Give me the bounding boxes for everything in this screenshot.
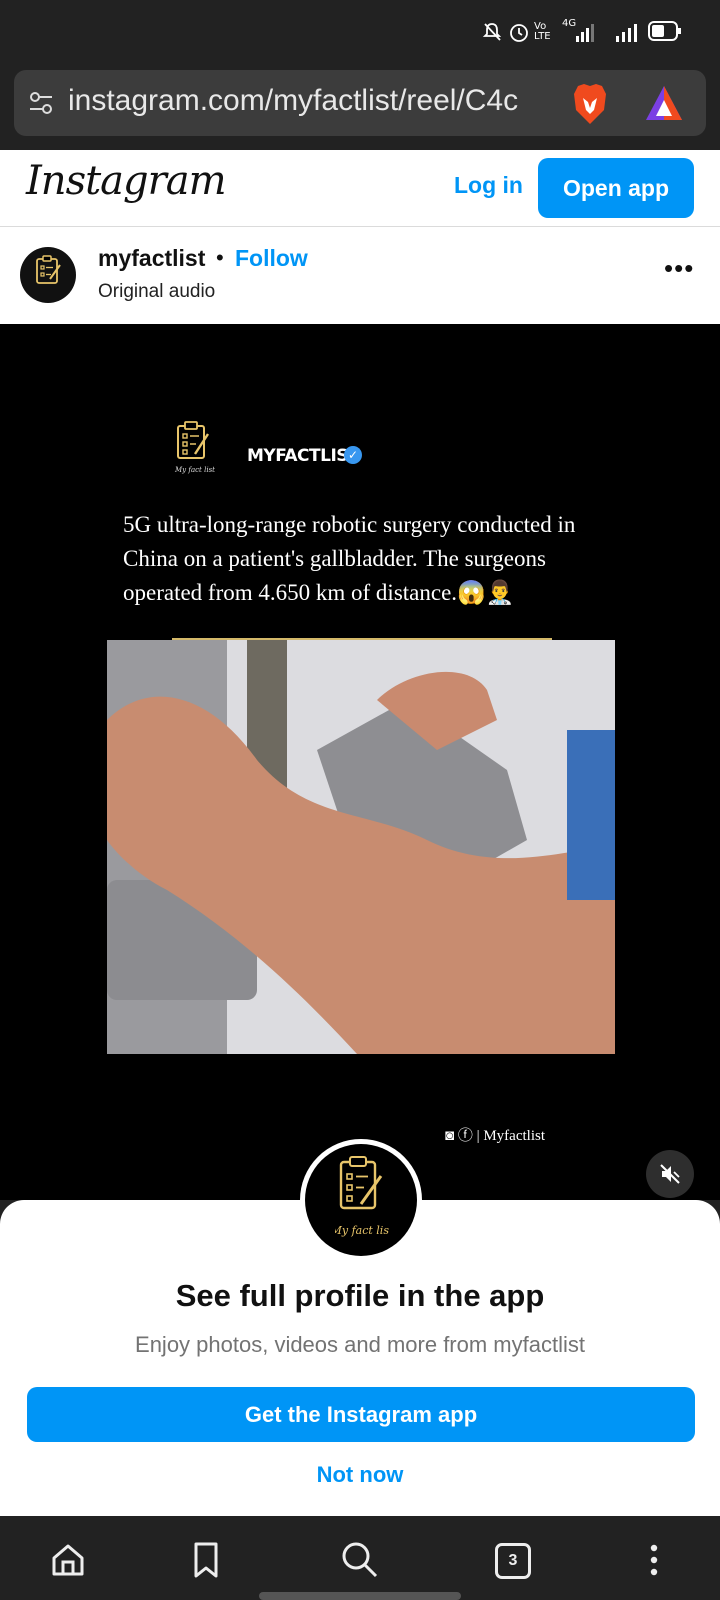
mute-icon	[482, 23, 502, 41]
brand-script: My fact list	[174, 466, 215, 474]
gesture-bar	[259, 1592, 461, 1600]
audio-label[interactable]: Original audio	[98, 281, 215, 303]
follow-button[interactable]: Follow	[235, 245, 308, 272]
get-instagram-app-button[interactable]: Get the Instagram app	[27, 1387, 695, 1442]
signal-icon	[616, 24, 637, 42]
facebook-icon: ⓕ	[457, 1128, 473, 1144]
volte-icon: Vo LTE	[534, 21, 551, 42]
instagram-icon: ◙	[445, 1128, 455, 1144]
not-now-button[interactable]: Not now	[0, 1462, 720, 1488]
tabs-button[interactable]: 3	[488, 1536, 536, 1584]
video-frame[interactable]	[107, 640, 615, 1054]
mute-button[interactable]	[646, 1150, 694, 1198]
clipboard-icon	[36, 255, 61, 284]
instagram-header: Instagram Log in Open app	[0, 150, 720, 227]
profile-avatar: My fact list	[300, 1139, 422, 1261]
brand-name: MYFACTLIST	[247, 446, 360, 466]
username[interactable]: myfactlist	[98, 245, 205, 272]
menu-icon[interactable]	[630, 1536, 678, 1584]
reel-caption: 5G ultra-long-range robotic surgery cond…	[123, 512, 576, 605]
sheet-title: See full profile in the app	[175, 1278, 545, 1313]
instagram-logo[interactable]: Instagram	[26, 158, 227, 204]
url-bar[interactable]: instagram.com/myfactlist/reel/C4c	[14, 70, 706, 136]
brave-rewards-icon[interactable]	[644, 84, 684, 122]
verified-badge-icon: ✓	[344, 446, 362, 464]
site-settings-icon[interactable]	[28, 90, 54, 116]
post-header: myfactlist • Follow Original audio •••	[0, 227, 720, 324]
browser-bottom-nav: 3	[0, 1518, 720, 1600]
social-handle-block: ◙ ⓕ | Myfactlist	[445, 1128, 545, 1144]
sheet-subtitle: Enjoy photos, videos and more from myfac…	[135, 1332, 585, 1357]
search-icon[interactable]	[336, 1536, 384, 1584]
brave-lion-icon[interactable]	[570, 82, 610, 126]
url-text[interactable]: instagram.com/myfactlist/reel/C4c	[68, 84, 564, 124]
signal-4g-icon	[576, 24, 594, 42]
bookmark-icon[interactable]	[182, 1536, 230, 1584]
social-handle: Myfactlist	[483, 1128, 545, 1144]
volume-off-icon	[660, 1164, 680, 1184]
login-link[interactable]: Log in	[454, 172, 523, 199]
avatar-script: My fact list	[335, 1224, 389, 1237]
separator: •	[216, 245, 224, 270]
battery-icon	[648, 21, 681, 41]
alarm-icon	[510, 24, 528, 42]
brand-logo-icon: My fact list	[174, 421, 215, 474]
reel-video[interactable]: My fact list MYFACTLIST ✓ 5G ultra-long-…	[0, 324, 720, 1200]
clipboard-icon: My fact list	[335, 1156, 389, 1237]
avatar[interactable]	[20, 247, 76, 303]
status-bar: Vo LTE 4G	[0, 0, 720, 60]
video-frame-image	[107, 640, 615, 1054]
home-icon[interactable]	[44, 1536, 92, 1584]
tabs-icon: 3	[495, 1543, 531, 1579]
more-options-icon[interactable]: •••	[664, 253, 694, 284]
open-app-button[interactable]: Open app	[538, 158, 694, 218]
